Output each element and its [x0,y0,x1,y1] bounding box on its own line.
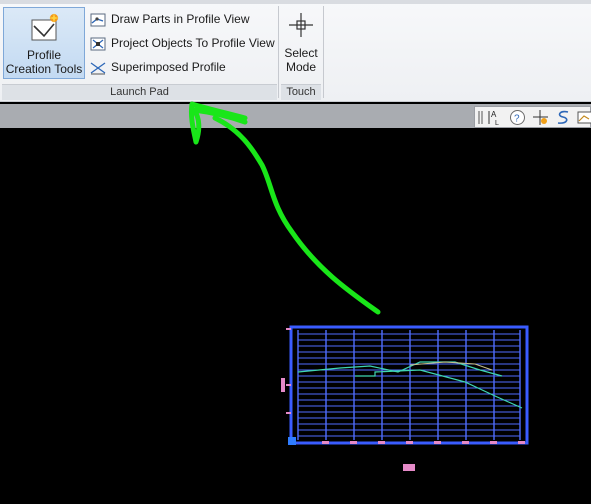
toolbar-grip-icon[interactable] [477,109,485,126]
draw-parts-icon [90,13,106,27]
profile-view-drawing[interactable] [280,320,535,480]
ribbon: Profile Creation Tools Draw Parts in Pro… [0,0,591,102]
profile-view-icon[interactable] [577,109,591,126]
panel-separator [278,6,279,98]
spline-icon[interactable] [555,109,572,126]
project-objects-label: Project Objects To Profile View [111,36,275,50]
toolbar-icon-group: A L ? [474,106,591,128]
snap-settings-icon[interactable] [532,109,549,126]
svg-text:?: ? [514,114,520,125]
crosshair-icon [289,13,313,37]
select-mode-label: Select Mode [284,46,318,74]
help-icon[interactable]: ? [509,109,526,126]
profile-creation-tools-button[interactable]: Profile Creation Tools [3,7,85,79]
superimposed-profile-icon [90,62,106,75]
profile-creation-tools-label: Profile Creation Tools [5,48,83,76]
launch-pad-panel-label[interactable]: Launch Pad [2,84,277,100]
project-objects-icon [90,37,106,51]
profile-creation-tools-icon [31,13,59,41]
ribbon-top-strip [0,0,591,4]
draw-parts-label: Draw Parts in Profile View [111,12,250,26]
svg-text:A: A [491,110,497,119]
project-objects-button[interactable]: Project Objects To Profile View [90,34,276,52]
panel-separator [323,6,324,98]
touch-panel-label[interactable]: Touch [281,84,321,100]
draw-parts-button[interactable]: Draw Parts in Profile View [90,10,270,28]
superimposed-profile-button[interactable]: Superimposed Profile [90,58,230,76]
svg-text:L: L [495,120,499,126]
annotation-scale-icon[interactable]: A L [487,109,504,126]
superimposed-profile-label: Superimposed Profile [111,60,226,74]
